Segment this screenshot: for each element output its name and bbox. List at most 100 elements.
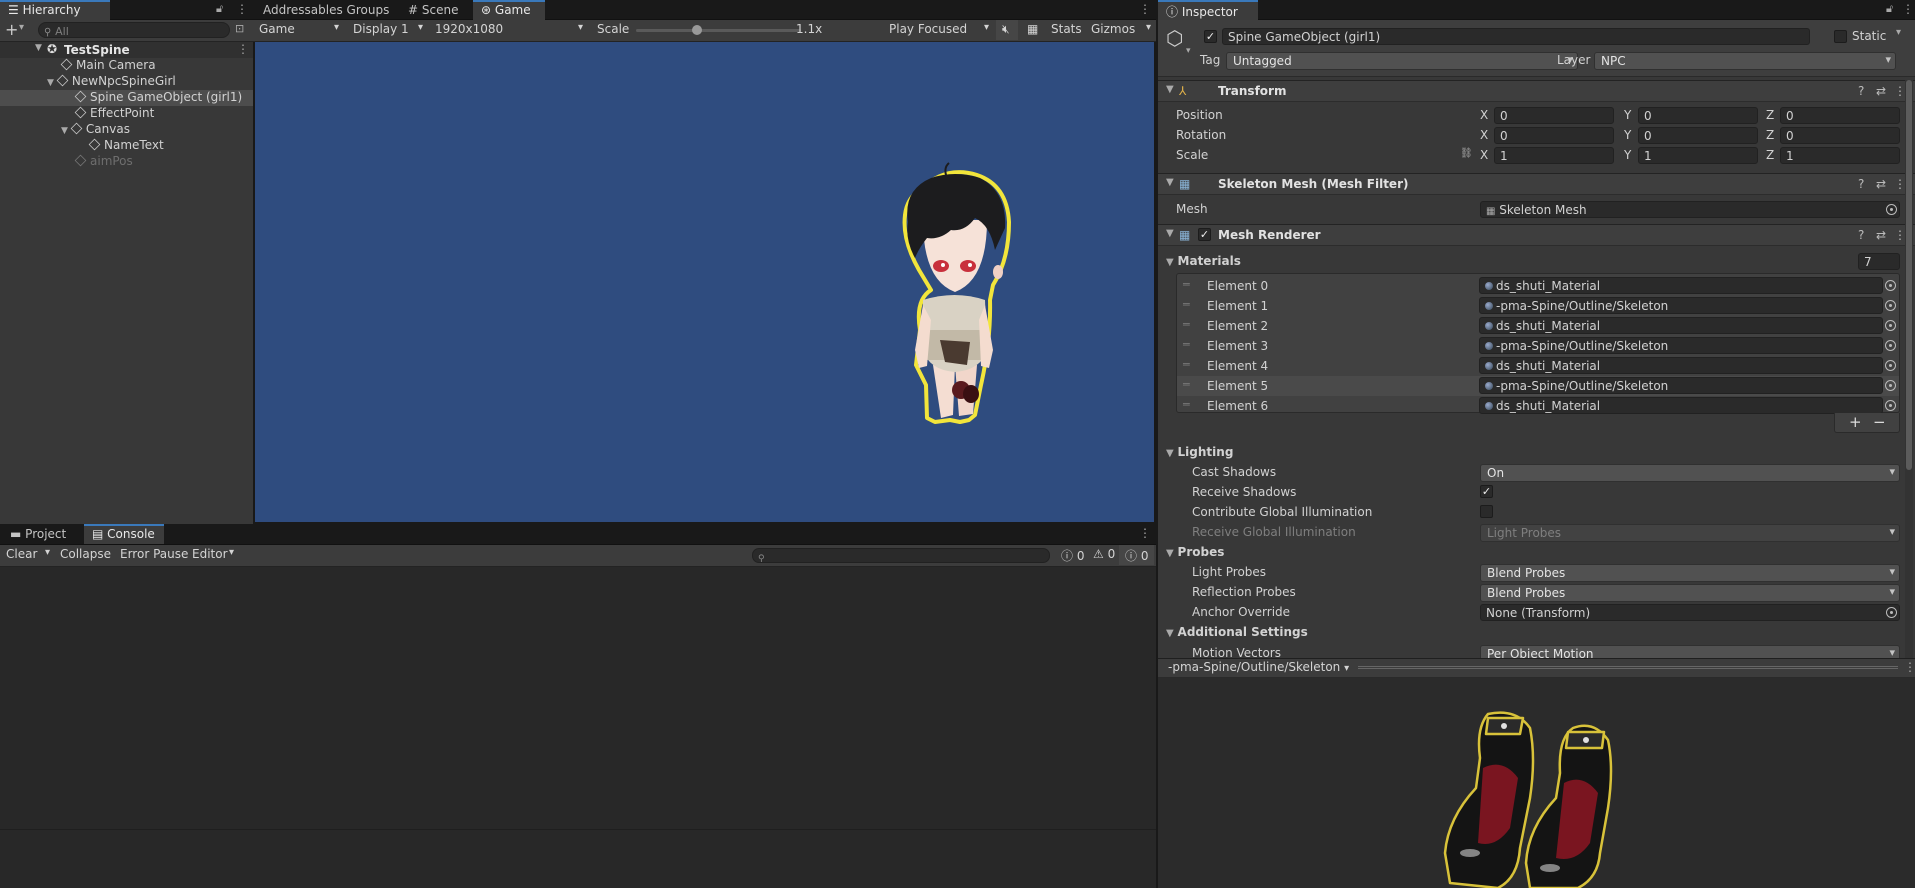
scene-menu-icon[interactable]: ⋮ — [237, 42, 249, 56]
fold-arrow-icon[interactable]: ▼ — [1166, 257, 1174, 268]
grid-button[interactable]: ▦ — [1021, 20, 1043, 40]
rotation-z-field[interactable]: 0 — [1780, 127, 1900, 144]
game-mode-dropdown[interactable]: Game ▾ — [253, 20, 343, 40]
drag-handle-icon[interactable]: ═ — [1183, 318, 1190, 331]
mesh-filter-header[interactable]: ▼ ▦ Skeleton Mesh (Mesh Filter) ? ⇄ ⋮ — [1158, 173, 1915, 195]
material-object-field[interactable]: ds_shuti_Material — [1479, 317, 1883, 334]
tab-game[interactable]: ⊛ Game — [473, 0, 545, 20]
material-object-field[interactable]: -pma-Spine/Outline/Skeleton — [1479, 297, 1883, 314]
mesh-renderer-header[interactable]: ▼ ▦ ✓ Mesh Renderer ? ⇄ ⋮ — [1158, 224, 1915, 246]
probes-foldout[interactable]: ▼ Probes — [1166, 545, 1224, 559]
object-picker-icon[interactable] — [1885, 320, 1896, 331]
stats-button[interactable]: Stats — [1045, 20, 1088, 40]
kebab-menu-icon[interactable]: ⋮ — [1904, 660, 1915, 674]
chevron-down-icon[interactable]: ▾ — [45, 547, 50, 558]
fold-arrow-icon[interactable]: ▼ — [1166, 228, 1174, 239]
filter-icon[interactable]: ⊡ — [235, 22, 244, 35]
material-object-field[interactable]: ds_shuti_Material — [1479, 357, 1883, 374]
material-object-field[interactable]: -pma-Spine/Outline/Skeleton — [1479, 377, 1883, 394]
material-object-field[interactable]: ds_shuti_Material — [1479, 397, 1883, 414]
object-picker-icon[interactable] — [1885, 340, 1896, 351]
lock-icon[interactable]: 🔓︎ — [1886, 2, 1893, 16]
object-name-input[interactable]: Spine GameObject (girl1) — [1222, 28, 1810, 45]
error-count-button[interactable]: ⓘ 0 — [1119, 545, 1155, 565]
position-z-field[interactable]: 0 — [1780, 107, 1900, 124]
material-element-row[interactable]: ═ Element 4 ds_shuti_Material — [1177, 356, 1899, 376]
layer-dropdown[interactable]: NPC — [1594, 52, 1896, 70]
link-icon[interactable]: ⛓ — [1460, 148, 1473, 159]
materials-size-field[interactable]: 7 — [1858, 253, 1900, 270]
add-icon[interactable]: + — [5, 20, 18, 39]
fold-arrow-icon[interactable]: ▼ — [35, 43, 42, 53]
tab-inspector[interactable]: ⓘ Inspector — [1158, 0, 1258, 20]
gizmos-dropdown[interactable]: Gizmos ▾ — [1085, 20, 1153, 40]
help-icon[interactable]: ? — [1858, 177, 1864, 191]
clear-button[interactable]: Clear ▾ — [0, 545, 54, 565]
list-item[interactable]: ▼ NewNpcSpineGirl — [47, 74, 176, 90]
list-item[interactable]: Main Camera — [60, 58, 156, 74]
preview-resize-handle[interactable] — [1358, 666, 1898, 669]
scale-slider[interactable] — [636, 25, 801, 35]
fold-arrow-icon[interactable]: ▼ — [1166, 177, 1174, 188]
hierarchy-search-input[interactable]: ⚲ All — [38, 22, 230, 38]
light-probes-dropdown[interactable]: Blend Probes — [1480, 564, 1900, 582]
drag-handle-icon[interactable]: ═ — [1183, 378, 1190, 391]
contribute-gi-checkbox[interactable] — [1480, 505, 1493, 518]
tab-project[interactable]: ▬ Project — [2, 524, 74, 544]
object-picker-icon[interactable] — [1885, 280, 1896, 291]
list-item-inactive[interactable]: aimPos — [74, 154, 133, 170]
kebab-menu-icon[interactable]: ⋮ — [236, 2, 248, 16]
fold-arrow-icon[interactable]: ▼ — [47, 78, 54, 88]
resolution-dropdown[interactable]: 1920x1080 ▾ — [429, 20, 587, 40]
chevron-down-icon[interactable]: ▾ — [1186, 46, 1191, 56]
list-item[interactable]: NameText — [88, 138, 164, 154]
help-icon[interactable]: ? — [1858, 228, 1864, 242]
fold-arrow-icon[interactable]: ▼ — [1166, 448, 1174, 459]
preview-object-dropdown[interactable]: -pma-Spine/Outline/Skeleton ▾ — [1162, 658, 1355, 678]
reflection-probes-dropdown[interactable]: Blend Probes — [1480, 584, 1900, 602]
material-preview[interactable] — [1158, 678, 1915, 888]
lighting-foldout[interactable]: ▼ Lighting — [1166, 445, 1233, 459]
list-item-selected[interactable]: Spine GameObject (girl1) — [0, 90, 253, 106]
tab-hierarchy[interactable]: ☰ Hierarchy — [0, 0, 110, 20]
chevron-down-icon[interactable]: ▾ — [19, 22, 24, 33]
object-picker-icon[interactable] — [1886, 607, 1897, 618]
add-element-button[interactable]: + — [1849, 413, 1862, 431]
static-checkbox[interactable] — [1834, 30, 1847, 43]
tab-addressables-groups[interactable]: Addressables Groups — [255, 0, 397, 20]
error-pause-button[interactable]: Error Pause — [114, 545, 194, 565]
gameobject-icon[interactable]: ⬡ — [1166, 26, 1183, 50]
rotation-x-field[interactable]: 0 — [1494, 127, 1614, 144]
rotation-y-field[interactable]: 0 — [1638, 127, 1758, 144]
mute-audio-button[interactable]: 🔇︎ — [996, 20, 1018, 40]
material-element-row[interactable]: ═ Element 3 -pma-Spine/Outline/Skeleton — [1177, 336, 1899, 356]
material-element-row[interactable]: ═ Element 2 ds_shuti_Material — [1177, 316, 1899, 336]
list-item[interactable]: EffectPoint — [74, 106, 154, 122]
motion-vectors-dropdown[interactable]: Per Object Motion — [1480, 645, 1900, 658]
list-item[interactable]: ▼ Canvas — [61, 122, 130, 138]
drag-handle-icon[interactable]: ═ — [1183, 298, 1190, 311]
drag-handle-icon[interactable]: ═ — [1183, 358, 1190, 371]
position-x-field[interactable]: 0 — [1494, 107, 1614, 124]
tab-scene[interactable]: # Scene — [400, 0, 466, 20]
console-log-area[interactable] — [0, 567, 1156, 888]
fold-arrow-icon[interactable]: ▼ — [1166, 84, 1174, 95]
material-element-row[interactable]: ═ Element 1 -pma-Spine/Outline/Skeleton — [1177, 296, 1899, 316]
drag-handle-icon[interactable]: ═ — [1183, 398, 1190, 411]
chevron-down-icon[interactable]: ▾ — [1896, 27, 1901, 38]
active-checkbox[interactable]: ✓ — [1204, 30, 1217, 43]
fold-arrow-icon[interactable]: ▼ — [61, 126, 68, 136]
game-viewport[interactable] — [255, 42, 1154, 522]
scale-slider-handle[interactable] — [692, 25, 702, 35]
object-picker-icon[interactable] — [1885, 400, 1896, 411]
remove-element-button[interactable]: − — [1873, 413, 1886, 431]
kebab-menu-icon[interactable]: ⋮ — [1902, 2, 1914, 16]
inspector-scrollbar[interactable] — [1905, 80, 1913, 658]
object-picker-icon[interactable] — [1885, 380, 1896, 391]
console-search-input[interactable]: ⚲ — [752, 548, 1050, 563]
log-count-button[interactable]: ⓘ 0 — [1055, 545, 1090, 565]
fold-arrow-icon[interactable]: ▼ — [1166, 548, 1174, 559]
lock-icon[interactable]: 🔓︎ — [216, 2, 223, 16]
scene-row[interactable]: ▼ ✪ TestSpine ⋮ — [0, 42, 253, 58]
help-icon[interactable]: ? — [1858, 84, 1864, 98]
